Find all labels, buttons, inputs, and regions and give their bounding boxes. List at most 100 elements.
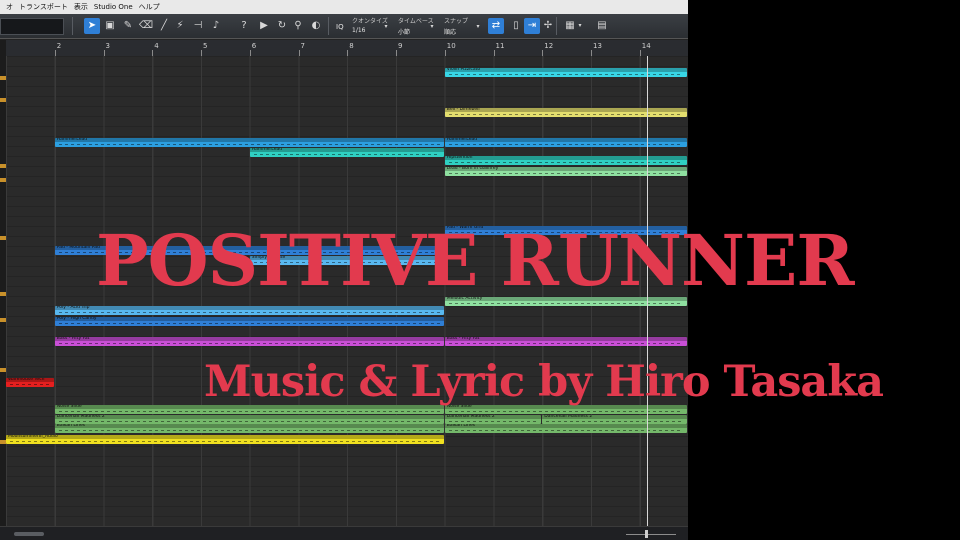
track-event[interactable]: Balkan Lines <box>54 424 444 433</box>
toolbar-separator <box>72 17 73 35</box>
track-event[interactable]: HammerLead <box>249 148 444 157</box>
listen-tool-icon[interactable]: ♪ <box>208 18 224 34</box>
track-event[interactable]: Dancehall Madness 2 <box>444 415 542 424</box>
track-event[interactable]: MoonsommerIII_Audio <box>6 435 444 444</box>
event-label: Poly - High Candy <box>56 317 97 321</box>
chevron-down-icon[interactable]: ▾ <box>474 23 482 31</box>
event-label: Dancehall Madness 2 <box>446 415 495 419</box>
event-label: HammerLead <box>56 138 88 142</box>
bar-number: 12 <box>544 42 554 50</box>
song-credit: Music & Lyric by Hiro Tasaka <box>204 357 884 407</box>
event-label: HammerLead <box>251 148 283 152</box>
menu-bar: オトランスポート 表示 Studio One ヘルプ <box>0 0 688 14</box>
paint-icon[interactable]: ╱ <box>156 18 172 34</box>
track-event[interactable]: Poly - High Candy <box>54 317 444 326</box>
track-event[interactable]: Lead - Born in Gallifrey <box>444 167 687 176</box>
track-search-field[interactable] <box>0 18 64 35</box>
event-label: MoonsommerIII_Audio <box>8 435 58 439</box>
bar-number: 10 <box>446 42 456 50</box>
quantize-select[interactable]: 1/16 <box>352 27 365 34</box>
menu-item[interactable]: オ <box>6 0 13 14</box>
snap-grid-icon[interactable]: ▯ <box>508 18 524 34</box>
event-header <box>444 68 687 72</box>
menu-item[interactable]: トランスポート <box>19 0 68 14</box>
event-header <box>444 156 687 160</box>
arrow-pointer-icon[interactable]: ➤ <box>84 18 100 34</box>
event-notes <box>58 343 440 344</box>
playback-icon[interactable]: ▶ <box>256 18 272 34</box>
speaker-icon[interactable]: ◐ <box>308 18 324 34</box>
event-header <box>444 138 687 142</box>
zoom-icon[interactable]: ⚲ <box>290 18 306 34</box>
event-header <box>444 337 687 341</box>
event-label: Balkan Lines <box>56 424 86 428</box>
menu-item[interactable]: 表示 <box>74 0 88 14</box>
event-label: Bell - Dimebell <box>446 108 480 112</box>
range-select-icon[interactable]: ▣ <box>102 18 118 34</box>
event-label: Noise Slide <box>56 405 82 409</box>
snap-select[interactable]: 順応 <box>444 27 456 36</box>
snap-toggle-icon[interactable]: ⇄ <box>488 18 504 34</box>
bottom-scrollbar <box>0 526 688 540</box>
event-label: Warehouse Tech <box>8 378 45 382</box>
bar-number: 3 <box>105 42 110 50</box>
event-notes <box>10 384 50 385</box>
save-icon[interactable]: ▤ <box>594 18 610 34</box>
track-event[interactable]: Poly - Acid Trip <box>54 306 444 315</box>
track-event[interactable]: Violin Pizzicato <box>444 68 687 77</box>
track-event[interactable]: HammerLead <box>444 138 687 147</box>
event-notes <box>58 312 440 313</box>
bar-number: 4 <box>154 42 159 50</box>
eraser-icon[interactable]: ⌫ <box>138 18 154 34</box>
event-notes <box>58 323 440 324</box>
event-notes <box>58 430 440 431</box>
bar-number: 9 <box>398 42 403 50</box>
event-label: Bass - Fifty Fat <box>446 337 480 341</box>
event-label: Hipsterkion <box>446 156 473 160</box>
menu-item[interactable]: ヘルプ <box>139 0 160 14</box>
horizontal-scroll-thumb[interactable] <box>14 532 44 536</box>
event-label: Pad - Mountain Pad <box>56 246 100 250</box>
zoom-slider-knob[interactable] <box>645 530 648 538</box>
event-label: Balkan Lines <box>446 424 476 428</box>
mute-tool-icon[interactable]: ⚡ <box>172 18 188 34</box>
pencil-icon[interactable]: ✎ <box>120 18 136 34</box>
chevron-down-icon[interactable]: ▾ <box>382 23 390 31</box>
event-header <box>54 138 444 142</box>
chevron-down-icon[interactable]: ▾ <box>576 22 584 30</box>
timeline-ruler[interactable]: 2 3 4 5 6 7 8 9 10 11 12 13 14 <box>6 40 688 57</box>
event-notes <box>546 421 683 422</box>
track-event[interactable]: Bass - Fifty Fat <box>54 337 444 346</box>
toolbar-separator <box>556 17 557 35</box>
auto-scroll-icon[interactable]: ⇥ <box>524 18 540 34</box>
snap-label: スナップ <box>444 18 469 25</box>
split-icon[interactable]: ✢ <box>540 18 556 34</box>
event-label: Bass - Fifty Fat <box>56 337 90 341</box>
help-icon[interactable]: ? <box>236 18 252 34</box>
track-event[interactable]: Balkan Lines <box>444 424 687 433</box>
event-label: Dancehall Madness 2 <box>56 415 105 419</box>
bend-tool-icon[interactable]: ⊣ <box>190 18 206 34</box>
event-notes <box>58 421 440 422</box>
track-event[interactable]: Bass - Fifty Fat <box>444 337 687 346</box>
chevron-down-icon[interactable]: ▾ <box>428 23 436 31</box>
bar-number: 6 <box>251 42 257 50</box>
track-event[interactable]: Dancehall Madness 2 <box>542 415 687 424</box>
track-event[interactable]: Dancehall Madness 2 <box>54 415 444 424</box>
track-event[interactable]: Bell - Dimebell <box>444 108 687 117</box>
menu-item[interactable]: Studio One <box>94 0 133 14</box>
track-event[interactable]: Hipsterkion <box>444 156 687 165</box>
event-notes <box>253 154 440 155</box>
event-notes <box>10 441 440 442</box>
event-header <box>444 424 687 428</box>
timebase-select[interactable]: 小節 <box>398 27 410 36</box>
event-label: Poly - Acid Trip <box>56 306 90 310</box>
repeat-icon[interactable]: ↻ <box>274 18 290 34</box>
event-label: Lead - Born in Gallifrey <box>446 167 499 171</box>
track-event[interactable]: HammerLead <box>54 138 444 147</box>
toolbar: ➤ ▣ ✎ ⌫ ╱ ⚡ ⊣ ♪ ? ▶ ↻ ⚲ ◐ IQ クオンタイズ 1/16 ▾ タイムベ… <box>0 14 688 39</box>
track-event[interactable]: Warehouse Tech <box>6 378 54 387</box>
iq-button[interactable]: IQ <box>336 23 344 31</box>
event-label: Violin Pizzicato <box>446 68 481 72</box>
zoom-slider[interactable] <box>626 534 676 535</box>
